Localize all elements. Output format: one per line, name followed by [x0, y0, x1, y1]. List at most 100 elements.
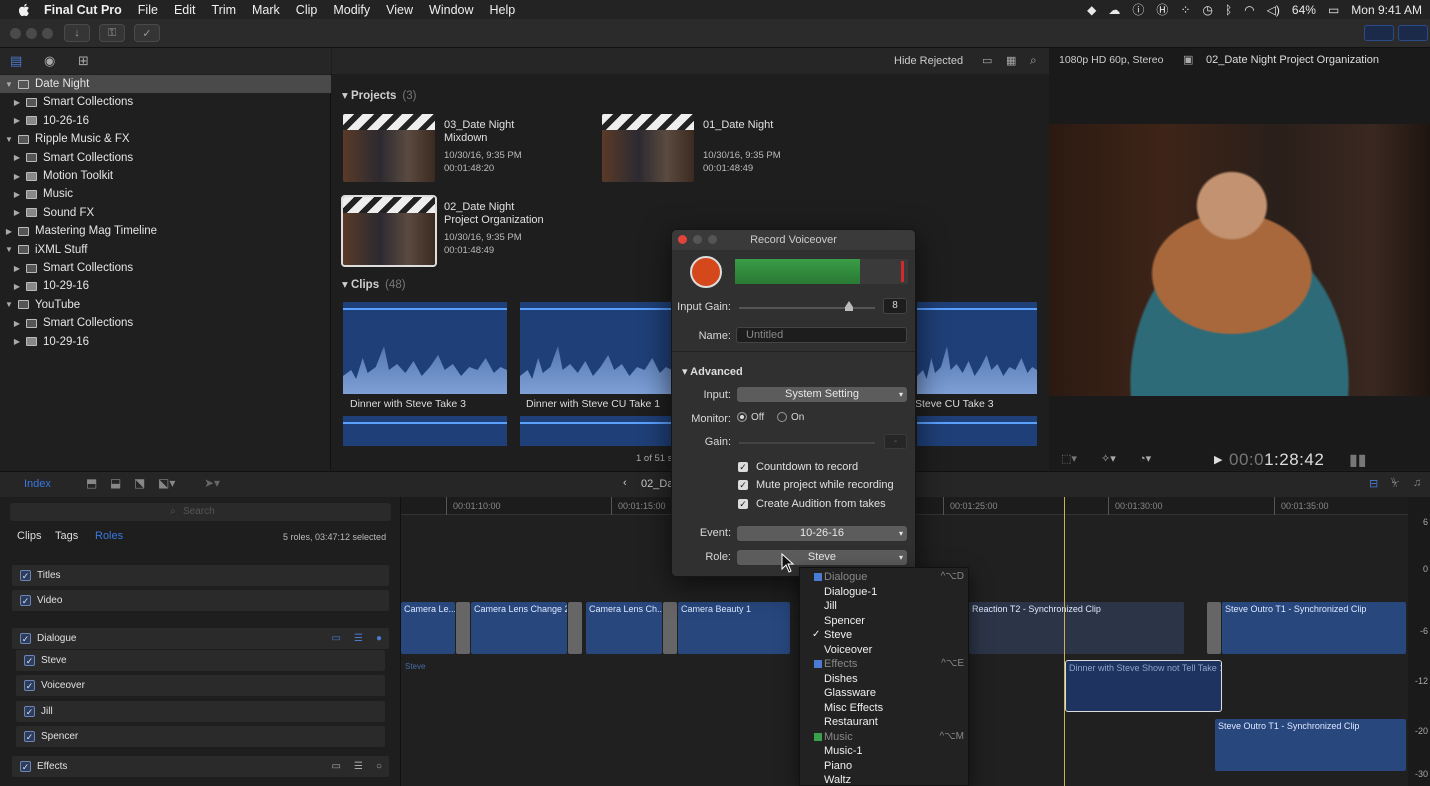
menu-view[interactable]: View [386, 3, 413, 17]
record-button[interactable] [690, 256, 722, 288]
timeline-clip-selected[interactable]: Dinner with Steve Show not Tell Take 1 [1065, 660, 1222, 712]
focus-dot-icon[interactable]: ○ [376, 761, 382, 772]
monitor-on-radio[interactable]: On [777, 412, 804, 423]
library-item[interactable]: ▶ 10-26-16 [0, 112, 331, 130]
dialog-titlebar[interactable]: Record Voiceover [672, 230, 915, 250]
role-menu-item[interactable]: Restaurant [800, 715, 970, 730]
input-popup[interactable]: System Setting ▾ [737, 387, 907, 402]
search-icon[interactable]: ⌕ [1030, 53, 1037, 68]
clip-tile[interactable] [917, 302, 1037, 394]
disclosure-right-icon[interactable]: ▶ [12, 190, 22, 199]
import-button[interactable]: ↓ [64, 24, 90, 42]
dropbox-icon[interactable]: ◆ [1087, 3, 1096, 17]
focus-dot-icon[interactable]: ● [376, 633, 382, 644]
disclosure-right-icon[interactable]: ▶ [4, 227, 14, 236]
input-gain-slider[interactable] [739, 307, 875, 309]
library-item[interactable]: ▼ Date Night [0, 75, 331, 93]
disclosure-right-icon[interactable]: ▶ [12, 282, 22, 291]
library-item[interactable]: ▼ YouTube [0, 296, 331, 314]
transition-marker[interactable] [663, 602, 677, 654]
role-menu-item[interactable]: Music-1 [800, 744, 970, 759]
index-button[interactable]: Index [24, 478, 51, 490]
countdown-checkbox[interactable]: ✓ Countdown to record [738, 461, 858, 473]
role-steve[interactable]: ✓ Steve [16, 650, 385, 671]
project-thumbnail-selected[interactable] [341, 195, 437, 267]
minimize-window-button[interactable] [26, 28, 37, 39]
close-dialog-button[interactable] [678, 235, 687, 244]
menu-mark[interactable]: Mark [252, 3, 280, 17]
project-info[interactable]: 03_Date Night Mixdown 10/30/16, 9:35 PM … [444, 119, 522, 175]
project-thumbnail[interactable] [343, 114, 435, 182]
overwrite-clip-icon[interactable]: ⬕▾ [158, 476, 175, 490]
audio-meter-icon[interactable]: ▮▮ [1349, 450, 1367, 470]
role-menu-item[interactable]: Voiceover [800, 643, 970, 658]
menu-app[interactable]: Final Cut Pro [44, 3, 122, 17]
playhead[interactable] [1064, 497, 1065, 786]
menu-trim[interactable]: Trim [211, 3, 236, 17]
clip-appearance-icon[interactable]: ▭ [982, 54, 992, 67]
workspace-layout-alt-button[interactable] [1398, 25, 1428, 41]
video-frame[interactable] [1049, 124, 1430, 396]
libraries-icon[interactable]: ▤ [10, 53, 22, 69]
disclosure-right-icon[interactable]: ▶ [12, 172, 22, 181]
index-search-field[interactable]: ⌕ Search [10, 503, 391, 521]
clip-appearance-icon[interactable]: ⊟ [1369, 477, 1378, 490]
library-item[interactable]: ▶ 10-29-16 [0, 333, 331, 351]
transition-marker[interactable] [568, 602, 582, 654]
library-item[interactable]: ▶ Motion Toolkit [0, 167, 331, 185]
role-video[interactable]: ✓ Video [12, 590, 389, 611]
library-item[interactable]: ▶ Smart Collections [0, 259, 331, 277]
clip-tile[interactable] [343, 302, 507, 394]
role-menu-item[interactable]: Glassware [800, 686, 970, 701]
skimmer-icon[interactable]: ⏧ [1391, 477, 1400, 490]
disclosure-right-icon[interactable]: ▶ [12, 98, 22, 107]
tab-roles[interactable]: Roles [95, 530, 123, 542]
clips-section-header[interactable]: ▾ Clips (48) [342, 277, 406, 291]
audio-skimming-icon[interactable]: ♫ [1413, 477, 1421, 489]
enhancements-icon[interactable]: ✧▾ [1101, 452, 1116, 465]
back-chevron-icon[interactable]: ‹ [623, 477, 627, 489]
slider-knob[interactable] [845, 301, 853, 311]
disclosure-right-icon[interactable]: ▶ [12, 116, 22, 125]
clip-tile[interactable] [343, 416, 507, 446]
mute-checkbox[interactable]: ✓ Mute project while recording [738, 479, 894, 491]
connect-clip-icon[interactable]: ⬒ [86, 476, 97, 490]
role-jill[interactable]: ✓ Jill [16, 701, 385, 722]
role-spencer[interactable]: ✓ Spencer [16, 726, 385, 747]
play-icon[interactable]: ▶ [1214, 453, 1222, 466]
lane-icon[interactable]: ▭ [332, 633, 341, 644]
library-item[interactable]: ▶ Music [0, 185, 331, 203]
library-item[interactable]: ▼ Ripple Music & FX [0, 130, 331, 148]
role-menu-item[interactable]: Piano [800, 759, 970, 774]
volume-icon[interactable]: ◁) [1267, 3, 1280, 17]
role-menu-header[interactable]: Music ^⌥M [800, 730, 970, 745]
checkbox-icon[interactable]: ✓ [24, 731, 35, 742]
library-item[interactable]: ▶ Mastering Mag Timeline [0, 222, 331, 240]
apple-icon[interactable] [16, 2, 32, 18]
close-window-button[interactable] [10, 28, 21, 39]
grid-icon[interactable]: ⁘ [1180, 3, 1190, 17]
role-effects[interactable]: ✓ Effects ▭ ☰ ○ [12, 756, 389, 777]
role-menu-header[interactable]: Effects ^⌥E [800, 657, 970, 672]
checkbox-icon[interactable]: ✓ [20, 761, 31, 772]
role-menu-item[interactable]: ✓ Steve [800, 628, 970, 643]
transition-marker[interactable] [1207, 602, 1221, 654]
disclosure-down-icon[interactable]: ▼ [4, 300, 14, 309]
role-menu-item[interactable]: Dialogue-1 [800, 585, 970, 600]
menu-file[interactable]: File [138, 3, 158, 17]
checkbox-icon[interactable]: ✓ [24, 655, 35, 666]
timeline-clip[interactable]: Steve Outro T1 - Synchronized Clip [1222, 602, 1406, 654]
tab-tags[interactable]: Tags [55, 530, 78, 542]
disclosure-down-icon[interactable]: ▼ [4, 80, 14, 89]
role-titles[interactable]: ✓ Titles [12, 565, 389, 586]
checkbox-icon[interactable]: ✓ [24, 706, 35, 717]
monitor-off-radio[interactable]: Off [737, 412, 764, 423]
role-menu-header[interactable]: Dialogue ^⌥D [800, 570, 970, 585]
name-field[interactable]: Untitled [736, 327, 907, 343]
clip-tile[interactable] [520, 302, 672, 394]
library-item[interactable]: ▶ Sound FX [0, 204, 331, 222]
role-menu-item[interactable]: Waltz [800, 773, 970, 786]
library-item[interactable]: ▶ 10-29-16 [0, 277, 331, 295]
time-machine-icon[interactable]: ◷ [1203, 3, 1213, 17]
timeline-clip[interactable]: Camera Lens Ch... [586, 602, 662, 654]
